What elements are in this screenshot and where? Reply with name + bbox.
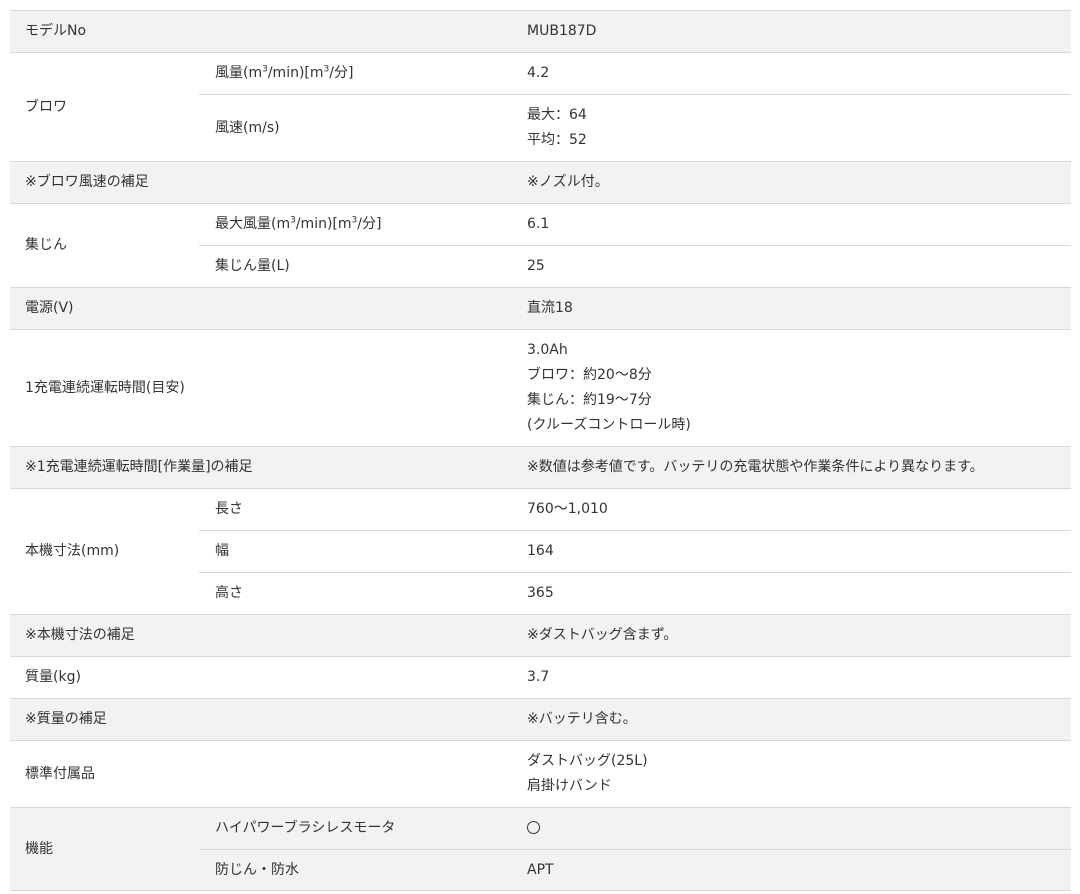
spec-row-model: モデルNo MUB187D — [10, 10, 1071, 53]
spec-value: ダストバッグ(25L) 肩掛けバンド — [511, 740, 1071, 808]
spec-sublabel: 風速(m/s) — [199, 94, 512, 162]
spec-value — [511, 807, 1071, 850]
spec-sublabel: 集じん量(L) — [199, 245, 512, 288]
spec-value: MUB187D — [511, 10, 1071, 53]
spec-row-runtime-note: ※1充電連続運転時間[作業量]の補足 ※数値は参考値です。バッテリの充電状態や作… — [10, 446, 1071, 489]
spec-label: ※本機寸法の補足 — [10, 614, 512, 657]
spec-value: 164 — [511, 530, 1071, 573]
spec-value: 3.7 — [511, 656, 1071, 699]
spec-value: 4.2 — [511, 52, 1071, 95]
spec-value: ※ノズル付。 — [511, 161, 1071, 204]
spec-value: 365 — [511, 572, 1071, 615]
spec-sublabel: 幅 — [199, 530, 512, 573]
spec-label: 1充電連続運転時間(目安) — [10, 329, 512, 447]
spec-row-power: 電源(V) 直流18 — [10, 287, 1071, 330]
spec-sublabel: 風量(m3/min)[m3/分] — [199, 52, 512, 95]
spec-value: ※バッテリ含む。 — [511, 698, 1071, 741]
spec-label: 本機寸法(mm) — [10, 488, 199, 615]
spec-row-dim-length: 本機寸法(mm) 長さ 760〜1,010 — [10, 488, 1071, 615]
spec-value: 6.1 — [511, 203, 1071, 246]
spec-row-dim-note: ※本機寸法の補足 ※ダストバッグ含まず。 — [10, 614, 1071, 657]
spec-value: ※数値は参考値です。バッテリの充電状態や作業条件により異なります。 — [511, 446, 1071, 489]
spec-value: 760〜1,010 — [511, 488, 1071, 531]
spec-row-accessories: 標準付属品 ダストバッグ(25L) 肩掛けバンド — [10, 740, 1071, 808]
spec-label: ※ブロワ風速の補足 — [10, 161, 512, 204]
spec-table: モデルNo MUB187D ブロワ 風量(m3/min)[m3/分] 4.2 風… — [10, 10, 1071, 891]
spec-row-blower-airflow: ブロワ 風量(m3/min)[m3/分] 4.2 — [10, 52, 1071, 162]
spec-label: 電源(V) — [10, 287, 512, 330]
spec-label: モデルNo — [10, 10, 512, 53]
spec-label: ※質量の補足 — [10, 698, 512, 741]
spec-value: 25 — [511, 245, 1071, 288]
spec-row-feature-brushless: 機能 ハイパワーブラシレスモータ — [10, 807, 1071, 891]
spec-value: ※ダストバッグ含まず。 — [511, 614, 1071, 657]
spec-sublabel: 防じん・防水 — [199, 849, 512, 891]
spec-value: 3.0Ah ブロワ：約20〜8分 集じん：約19〜7分 (クルーズコントロール時… — [511, 329, 1071, 447]
spec-sublabel: 高さ — [199, 572, 512, 615]
circle-mark-icon — [527, 820, 541, 834]
spec-sublabel: ハイパワーブラシレスモータ — [199, 807, 512, 850]
spec-row-mass: 質量(kg) 3.7 — [10, 656, 1071, 699]
spec-value: 直流18 — [511, 287, 1071, 330]
spec-row-blower-note: ※ブロワ風速の補足 ※ノズル付。 — [10, 161, 1071, 204]
spec-label: 標準付属品 — [10, 740, 512, 808]
spec-value: 最大：64 平均：52 — [511, 94, 1071, 162]
spec-row-runtime: 1充電連続運転時間(目安) 3.0Ah ブロワ：約20〜8分 集じん：約19〜7… — [10, 329, 1071, 447]
spec-sublabel: 最大風量(m3/min)[m3/分] — [199, 203, 512, 246]
spec-sublabel: 長さ — [199, 488, 512, 531]
spec-label: ブロワ — [10, 52, 199, 162]
spec-value: APT — [511, 849, 1071, 891]
spec-label: ※1充電連続運転時間[作業量]の補足 — [10, 446, 512, 489]
spec-label: 機能 — [10, 807, 199, 891]
spec-label: 質量(kg) — [10, 656, 512, 699]
spec-row-dust-airflow: 集じん 最大風量(m3/min)[m3/分] 6.1 — [10, 203, 1071, 288]
spec-row-mass-note: ※質量の補足 ※バッテリ含む。 — [10, 698, 1071, 741]
spec-label: 集じん — [10, 203, 199, 288]
